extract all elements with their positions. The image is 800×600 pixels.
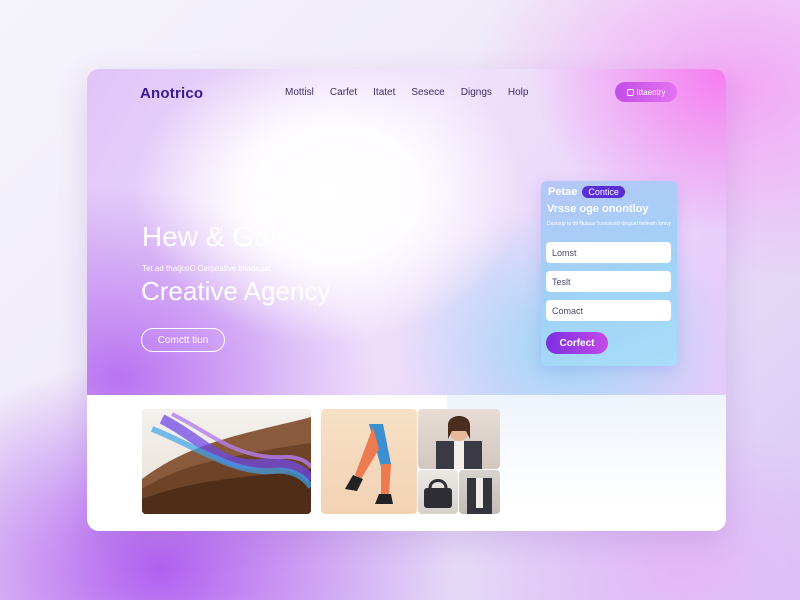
- contact-form-card: Petae Contice Vrsse oge onontloy Dasrsrg…: [541, 181, 677, 366]
- nav-item-mottisl[interactable]: Mottisl: [285, 87, 314, 98]
- form-submit-button[interactable]: Corfect: [546, 332, 608, 354]
- form-description: Dasrsrgi tu dti fltulaus Tustusoslli dsr…: [547, 221, 671, 227]
- hero-contact-button[interactable]: Comctt tiun: [141, 328, 225, 352]
- form-pill-badge[interactable]: Contice: [582, 186, 625, 198]
- dancer-legs-graphic: [345, 424, 393, 504]
- abstract-wave-graphic: [142, 412, 311, 514]
- hero-section: Anotrico Mottisl Carfet Itatet Sesece Di…: [87, 69, 726, 395]
- header-cta-button[interactable]: Ittaentry: [615, 82, 677, 102]
- form-header: Petae Contice: [548, 186, 625, 198]
- nav-item-holp[interactable]: Holp: [508, 87, 529, 98]
- woman-portrait-image[interactable]: [418, 409, 500, 469]
- form-head-label: Petae: [548, 186, 578, 198]
- main-nav: Mottisl Carfet Itatet Sesece Digngs Holp: [285, 87, 528, 98]
- hero-title: Hew & Gdt: [142, 221, 278, 252]
- nav-item-digngs[interactable]: Digngs: [461, 87, 492, 98]
- nav-item-carfet[interactable]: Carfet: [330, 87, 357, 98]
- nav-item-itatet[interactable]: Itatet: [373, 87, 395, 98]
- landing-page-card: Anotrico Mottisl Carfet Itatet Sesece Di…: [87, 69, 726, 531]
- hero-agency-heading: Creative Agency: [141, 276, 331, 306]
- nav-item-sesece[interactable]: Sesece: [411, 87, 444, 98]
- handbag-graphic: [424, 479, 452, 508]
- abstract-wave-image[interactable]: [142, 409, 311, 514]
- lock-icon: [626, 88, 634, 96]
- header-cta-label: Ittaentry: [636, 87, 666, 97]
- woman-portrait-graphic: [436, 416, 482, 469]
- logo[interactable]: Anotrico: [140, 85, 203, 102]
- suit-figure-graphic: [467, 478, 492, 514]
- form-field-2[interactable]: Teslt: [546, 271, 671, 292]
- form-field-3[interactable]: Comact: [546, 300, 671, 321]
- suit-figure-image[interactable]: [459, 470, 500, 514]
- dancer-legs-image[interactable]: [321, 409, 417, 514]
- form-title: Vrsse oge onontloy: [547, 203, 649, 215]
- form-field-1[interactable]: Lomst: [546, 242, 671, 263]
- hero-subtitle: Tet ad thatjcoC Cerpeative bilaqepat: [142, 264, 271, 273]
- handbag-image[interactable]: [418, 470, 458, 514]
